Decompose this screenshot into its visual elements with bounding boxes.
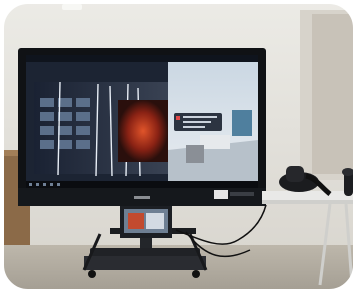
photo-scene [0, 0, 357, 293]
vr-popup [174, 113, 222, 131]
bezel-sticker [214, 190, 228, 199]
large-monitor [18, 48, 266, 206]
taskbar [26, 181, 258, 188]
ceiling-light [62, 4, 82, 10]
lava-image [118, 100, 168, 162]
bezel-logo [134, 196, 150, 199]
